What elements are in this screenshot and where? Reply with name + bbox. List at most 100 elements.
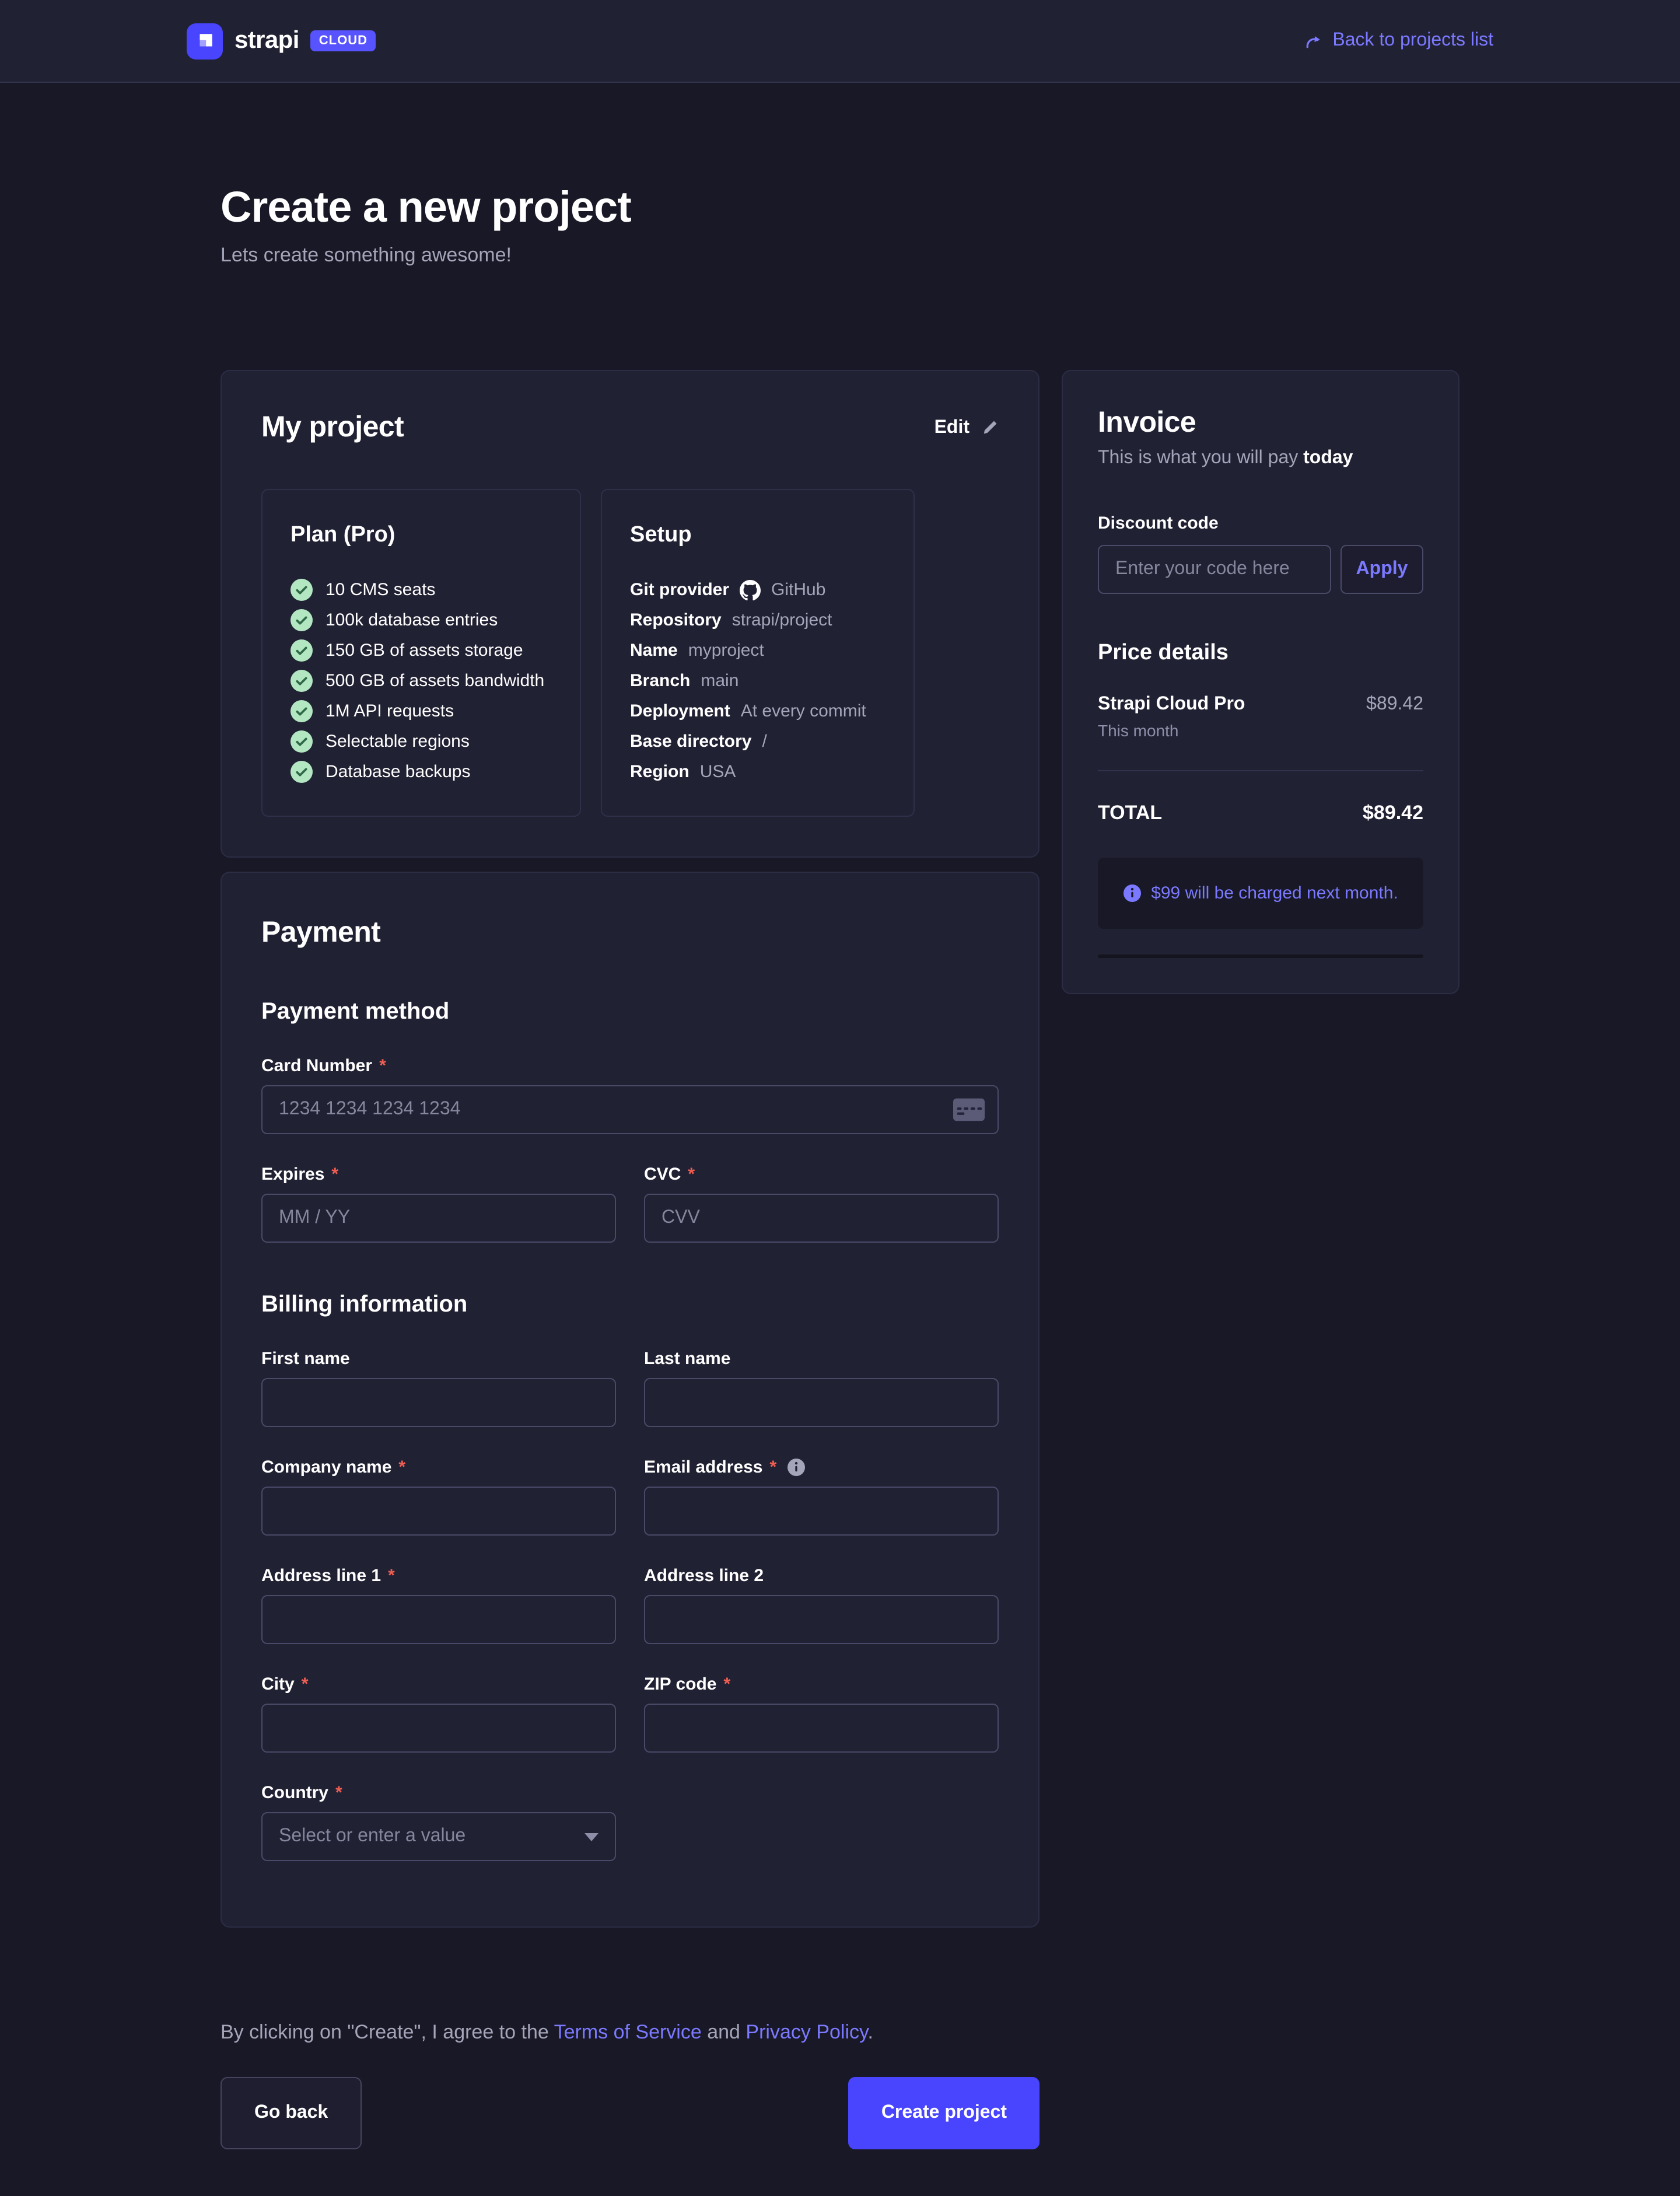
plan-feature: 150 GB of assets storage [290,639,552,662]
page-root: strapi CLOUD Back to projects list Creat… [0,0,1680,2196]
invoice-divider [1098,770,1423,771]
address2-label: Address line 2 [644,1566,999,1586]
address1-label-text: Address line 1 [261,1566,381,1586]
info-icon [787,1459,804,1476]
plan-title: Plan (Pro) [290,523,552,548]
agreement-middle: and [702,2021,746,2043]
apply-discount-button[interactable]: Apply [1340,545,1423,594]
setup-value: / [762,732,766,751]
cvc-label: CVC* [644,1165,999,1184]
plan-feature-label: 10 CMS seats [326,580,435,600]
cvc-field: CVC* [644,1165,999,1243]
required-asterisk: * [302,1674,309,1694]
city-label-text: City [261,1674,295,1694]
strapi-brand: strapi CLOUD [187,23,376,59]
price-item-period: This month [1098,721,1423,740]
total-amount: $89.42 [1363,802,1423,825]
setup-value: At every commit [741,701,866,721]
brand-name: strapi [235,27,299,55]
email-input[interactable] [644,1487,999,1536]
privacy-policy-link[interactable]: Privacy Policy [746,2021,867,2043]
agreement-prefix: By clicking on "Create", I agree to the [220,2021,554,2043]
country-select-placeholder: Select or enter a value [279,1826,466,1847]
plan-feature: 10 CMS seats [290,579,552,601]
first-name-label: First name [261,1349,616,1369]
check-circle-icon [290,579,313,601]
email-label: Email address* [644,1457,999,1477]
expires-label-text: Expires [261,1165,324,1184]
setup-row: Region USA [630,761,886,783]
required-asterisk: * [379,1056,386,1076]
city-input[interactable] [261,1704,616,1753]
my-project-title: My project [261,411,404,445]
required-asterisk: * [724,1674,731,1694]
strapi-logo-icon [187,23,223,59]
check-circle-icon [290,639,313,662]
setup-value: strapi/project [732,610,832,630]
discount-code-input[interactable] [1098,545,1331,594]
expires-field: Expires * [261,1165,616,1243]
edit-label: Edit [935,417,970,438]
last-name-input[interactable] [644,1378,999,1427]
company-name-field: Company name* [261,1457,616,1536]
company-name-label: Company name* [261,1457,616,1477]
credit-card-icon [953,1098,985,1121]
expires-input[interactable] [261,1194,616,1243]
total-label: TOTAL [1098,802,1162,825]
invoice-subtitle-prefix: This is what you will pay [1098,448,1303,468]
setup-row: Repository strapi/project [630,609,886,631]
back-to-projects-link[interactable]: Back to projects list [1304,30,1493,51]
email-label-text: Email address [644,1457,762,1477]
setup-box: Setup Git provider GitHub Repository [601,489,915,817]
agreement-suffix: . [868,2021,873,2043]
required-asterisk: * [331,1165,338,1184]
address1-input[interactable] [261,1595,616,1644]
zip-field: ZIP code * [644,1674,999,1753]
zip-label-text: ZIP code [644,1674,717,1694]
plan-feature-label: 100k database entries [326,610,498,630]
info-icon [1123,884,1140,902]
card-number-input[interactable] [261,1085,999,1134]
payment-title: Payment [261,916,999,950]
chevron-down-icon [584,1833,598,1841]
form-actions: Go back Create project [220,2077,1040,2196]
invoice-card: Invoice This is what you will pay today … [1062,370,1460,994]
country-label: Country* [261,1783,616,1803]
setup-label: Name [630,641,678,660]
plan-feature-label: Selectable regions [326,732,470,751]
page-title: Create a new project [220,183,1460,232]
first-name-input[interactable] [261,1378,616,1427]
billing-information-title: Billing information [261,1292,999,1319]
top-navigation-bar: strapi CLOUD Back to projects list [0,0,1680,83]
card-number-label: Card Number* [261,1056,999,1076]
address2-input[interactable] [644,1595,999,1644]
zip-input[interactable] [644,1704,999,1753]
create-project-button[interactable]: Create project [849,2077,1040,2149]
required-asterisk: * [688,1165,695,1184]
setup-label: Git provider [630,580,729,600]
setup-label: Repository [630,610,722,630]
address2-field: Address line 2 [644,1566,999,1644]
invoice-subtitle-emphasis: today [1303,448,1353,468]
discount-code-label: Discount code [1098,513,1423,533]
city-field: City * [261,1674,616,1753]
plan-box: Plan (Pro) 10 CMS seats 100k database en… [261,489,581,817]
price-details-title: Price details [1098,641,1423,666]
company-name-input[interactable] [261,1487,616,1536]
back-link-label: Back to projects list [1332,30,1493,51]
my-project-card: My project Edit Plan (Pro) [220,370,1040,858]
edit-button[interactable]: Edit [935,417,999,438]
country-field: Country* Select or enter a value [261,1783,616,1861]
country-select[interactable]: Select or enter a value [261,1812,616,1861]
plan-feature: 100k database entries [290,609,552,631]
cvc-input[interactable] [644,1194,999,1243]
check-circle-icon [290,670,313,692]
go-back-button[interactable]: Go back [220,2077,362,2149]
address1-field: Address line 1* [261,1566,616,1644]
last-name-label: Last name [644,1349,999,1369]
terms-of-service-link[interactable]: Terms of Service [554,2021,702,2043]
required-asterisk: * [398,1457,405,1477]
last-name-field: Last name [644,1349,999,1427]
cloud-badge: CLOUD [311,30,376,51]
left-column: My project Edit Plan (Pro) [220,370,1040,2196]
